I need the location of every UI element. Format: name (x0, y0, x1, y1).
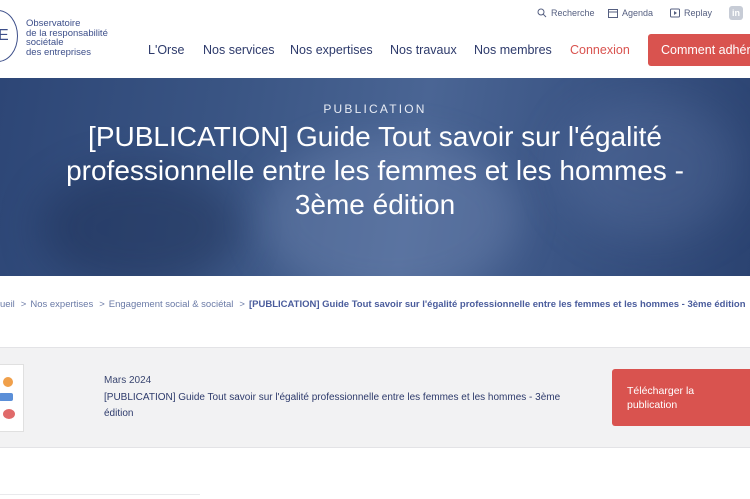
page-title: [PUBLICATION] Guide Tout savoir sur l'ég… (66, 121, 684, 220)
search-link[interactable]: Recherche (537, 8, 595, 18)
nav-item-travaux[interactable]: Nos travaux (390, 43, 457, 57)
logo-line: des entreprises (26, 46, 91, 58)
linkedin-icon[interactable]: in (729, 6, 743, 20)
search-label: Recherche (551, 8, 595, 18)
join-button[interactable]: Comment adhérer (648, 34, 750, 66)
download-label: Télécharger la publication (627, 385, 695, 411)
thumbnail-illustration (0, 393, 13, 401)
download-publication-button[interactable]: Télécharger la publication (612, 369, 750, 426)
thumbnail-illustration (3, 409, 15, 419)
breadcrumb-separator: > (20, 299, 27, 310)
breadcrumb-engagement[interactable]: Engagement social & sociétal (109, 299, 234, 310)
agenda-label: Agenda (622, 8, 654, 18)
divider (0, 494, 200, 495)
agenda-link[interactable]: Agenda (608, 8, 653, 18)
nav-item-services[interactable]: Nos services (203, 43, 275, 57)
breadcrumb-separator: > (239, 299, 245, 310)
play-icon (670, 8, 680, 18)
publication-thumbnail[interactable] (0, 364, 24, 432)
breadcrumb-expertises[interactable]: Nos expertises (30, 299, 93, 310)
login-link[interactable]: Connexion (570, 43, 630, 57)
breadcrumb-current: [PUBLICATION] Guide Tout savoir sur l'ég… (248, 299, 746, 310)
thumbnail-illustration (3, 377, 13, 387)
breadcrumb-separator: > (99, 299, 105, 310)
logo-text[interactable]: Observatoire de la responsabilité sociét… (26, 19, 146, 57)
breadcrumb-home[interactable]: ueil (0, 299, 15, 310)
publication-date: Mars 2024 (104, 375, 152, 386)
breadcrumb: ueil > Nos expertises > Engagement social & … (0, 299, 750, 310)
search-icon (537, 8, 547, 18)
hero-banner: PUBLICATION [PUBLICATION] Guide Tout sav… (0, 78, 750, 276)
publication-title: [PUBLICATION] Guide Tout savoir sur l'ég… (104, 392, 561, 419)
nav-item-orse[interactable]: L'Orse (148, 43, 184, 57)
replay-link[interactable]: Replay (670, 8, 712, 18)
calendar-icon (608, 9, 618, 18)
hero-category: PUBLICATION (323, 102, 427, 116)
nav-item-expertises[interactable]: Nos expertises (290, 43, 373, 57)
logo-letter: E (0, 27, 9, 44)
site-header: E Observatoire de la responsabilité soci… (0, 0, 750, 78)
nav-item-membres[interactable]: Nos membres (474, 43, 552, 57)
replay-label: Replay (684, 8, 713, 18)
